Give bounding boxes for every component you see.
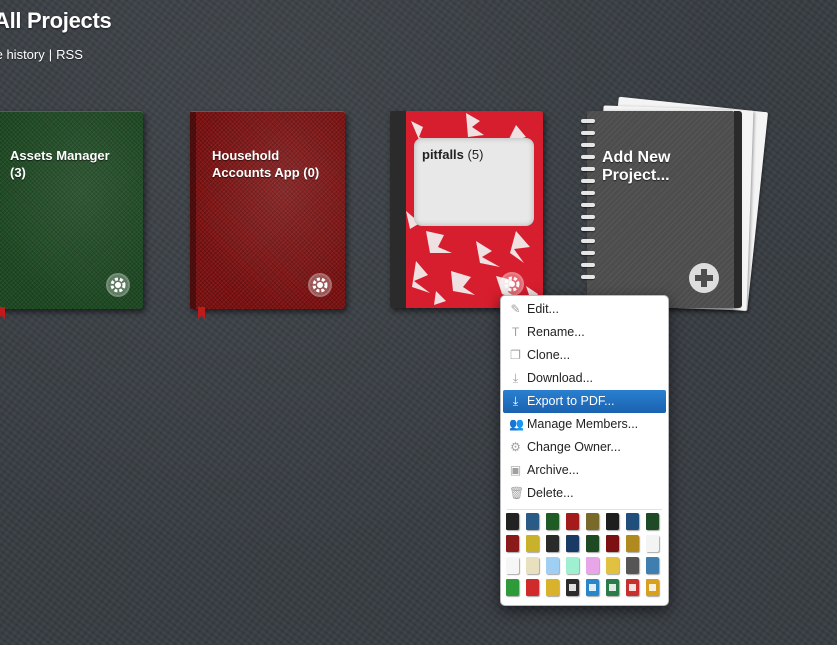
color-swatch[interactable] xyxy=(506,535,519,552)
plus-icon[interactable] xyxy=(689,263,719,293)
notebook-spine xyxy=(390,111,406,308)
spiral-binding xyxy=(581,119,595,299)
copy-icon: ❐ xyxy=(510,348,521,362)
menu-item-delete[interactable]: 🗑 Delete... xyxy=(501,482,668,505)
project-book-household-accounts[interactable]: Household Accounts App (0) xyxy=(190,111,345,319)
color-swatch[interactable] xyxy=(586,579,599,596)
menu-item-edit[interactable]: ✎ Edit... xyxy=(501,298,668,321)
archive-icon: ▣ xyxy=(509,463,522,477)
color-swatch[interactable] xyxy=(526,579,539,596)
gear-icon: ⚙ xyxy=(510,440,521,454)
color-swatch[interactable] xyxy=(646,535,659,552)
color-swatch[interactable] xyxy=(626,535,639,552)
color-swatch[interactable] xyxy=(646,579,659,596)
color-swatch[interactable] xyxy=(606,513,619,530)
menu-item-export-to-pdf[interactable]: ⤓ Export to PDF... xyxy=(503,390,666,413)
color-swatch[interactable] xyxy=(546,535,559,552)
header-links: te history|RSS xyxy=(0,47,83,62)
bookmark-ribbon xyxy=(0,307,5,319)
menu-item-label: Export to PDF... xyxy=(527,394,615,408)
gear-icon[interactable] xyxy=(106,273,130,297)
add-new-project-book[interactable]: Add New Project... xyxy=(581,111,742,308)
color-swatch[interactable] xyxy=(626,579,639,596)
menu-item-label: Rename... xyxy=(527,325,585,339)
menu-item-change-owner[interactable]: ⚙ Change Owner... xyxy=(501,436,668,459)
menu-item-label: Delete... xyxy=(527,486,574,500)
color-swatch[interactable] xyxy=(526,557,539,574)
menu-divider xyxy=(507,509,662,510)
color-swatch[interactable] xyxy=(586,535,599,552)
color-swatch[interactable] xyxy=(626,513,639,530)
color-swatch[interactable] xyxy=(626,557,639,574)
color-swatch[interactable] xyxy=(606,557,619,574)
gear-icon[interactable] xyxy=(500,272,524,296)
color-swatch[interactable] xyxy=(646,513,659,530)
menu-item-clone[interactable]: ❐ Clone... xyxy=(501,344,668,367)
color-swatch[interactable] xyxy=(586,557,599,574)
color-swatch[interactable] xyxy=(566,579,579,596)
page-title: All Projects xyxy=(0,8,112,33)
color-swatch[interactable] xyxy=(506,513,519,530)
color-swatch[interactable] xyxy=(546,557,559,574)
menu-item-label: Archive... xyxy=(527,463,580,477)
color-swatch[interactable] xyxy=(566,513,579,530)
menu-item-label: Edit... xyxy=(527,302,559,316)
menu-item-archive[interactable]: ▣ Archive... xyxy=(501,459,668,482)
color-swatch[interactable] xyxy=(566,557,579,574)
color-swatch[interactable] xyxy=(526,513,539,530)
members-icon: 👥 xyxy=(509,417,524,431)
pencil-icon: ✎ xyxy=(510,302,521,316)
menu-item-rename[interactable]: T Rename... xyxy=(501,321,668,344)
bookmark-ribbon xyxy=(198,307,205,319)
menu-item-label: Download... xyxy=(527,371,594,385)
color-swatch[interactable] xyxy=(566,535,579,552)
color-swatch[interactable] xyxy=(586,513,599,530)
color-swatch[interactable] xyxy=(606,535,619,552)
project-book-pitfalls[interactable]: pitfalls (5) xyxy=(390,111,543,308)
download-icon: ⤓ xyxy=(512,371,519,385)
export-icon: ⤓ xyxy=(512,394,519,408)
menu-items: ✎ Edit... T Rename... ❐ Clone... ⤓ Download... ⤓… xyxy=(501,296,668,505)
color-swatch[interactable] xyxy=(606,579,619,596)
color-swatch[interactable] xyxy=(506,579,519,596)
menu-item-download[interactable]: ⤓ Download... xyxy=(501,367,668,390)
menu-item-label: Change Owner... xyxy=(527,440,621,454)
color-swatch[interactable] xyxy=(506,557,519,574)
text-icon: T xyxy=(511,325,520,339)
gear-icon[interactable] xyxy=(308,273,332,297)
notebook-band xyxy=(734,111,742,308)
project-title[interactable]: pitfalls (5) xyxy=(422,146,542,163)
color-swatch[interactable] xyxy=(646,557,659,574)
project-title[interactable]: Assets Manager (3) xyxy=(10,147,130,181)
project-context-menu: ✎ Edit... T Rename... ❐ Clone... ⤓ Download... ⤓… xyxy=(500,295,669,606)
color-swatch[interactable] xyxy=(526,535,539,552)
history-link[interactable]: te history xyxy=(0,47,45,62)
color-swatch[interactable] xyxy=(546,513,559,530)
add-project-label[interactable]: Add New Project... xyxy=(602,149,722,185)
menu-item-label: Manage Members... xyxy=(527,417,639,431)
project-book-assets-manager[interactable]: Assets Manager (3) xyxy=(0,111,143,319)
color-swatch[interactable] xyxy=(546,579,559,596)
menu-item-manage-members[interactable]: 👥 Manage Members... xyxy=(501,413,668,436)
menu-item-label: Clone... xyxy=(527,348,571,362)
rss-link[interactable]: RSS xyxy=(56,47,83,62)
trash-icon: 🗑 xyxy=(509,486,525,500)
project-title[interactable]: Household Accounts App (0) xyxy=(212,147,332,181)
link-separator: | xyxy=(48,47,53,62)
